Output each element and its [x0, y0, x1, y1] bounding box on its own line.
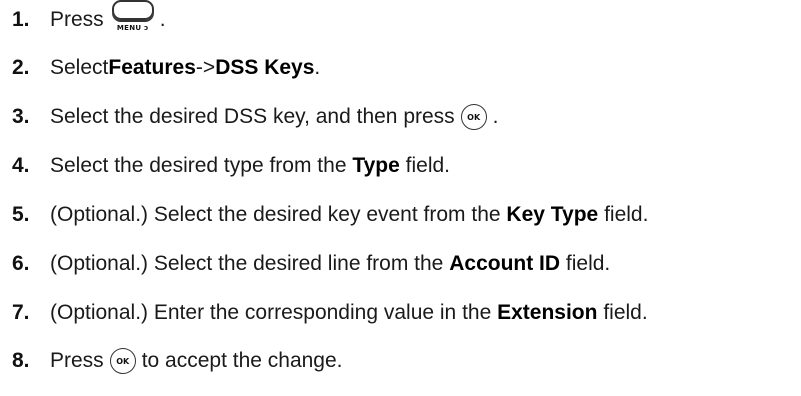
step-text-part: field. — [405, 154, 451, 177]
step-number: 7. — [12, 301, 30, 324]
step-text-part: field. — [604, 203, 649, 226]
field-name-account-id: Account ID — [449, 252, 561, 275]
step-text: (Optional.) Select the desired key event… — [50, 203, 648, 227]
step-text: Select the desired DSS key, and then pre… — [50, 104, 499, 130]
step-number: 2. — [12, 56, 30, 79]
step-7: 7. (Optional.) Enter the corresponding v… — [0, 295, 801, 331]
step-1: 1. Press MENU ↄ . — [0, 0, 801, 38]
step-text-part: to accept the change. — [141, 349, 343, 372]
step-text-part: Select the desired DSS key, and then pre… — [50, 105, 455, 128]
step-number: 4. — [12, 154, 30, 177]
step-text: Select Features -> DSS Keys . — [50, 56, 320, 80]
step-text-part: . — [159, 8, 166, 31]
menu-path-features: Features — [108, 56, 196, 79]
step-text-part: (Optional.) Select the desired key event… — [50, 203, 501, 226]
step-number: 6. — [12, 252, 30, 275]
field-name-key-type: Key Type — [506, 203, 599, 226]
step-number: 1. — [12, 8, 30, 31]
ok-key-icon: OK — [109, 348, 136, 374]
step-8: 8. Press OK to accept the change. — [0, 343, 801, 379]
step-text: Press MENU ↄ . — [50, 0, 166, 36]
step-4: 4. Select the desired type from the Type… — [0, 148, 801, 184]
step-text-part: (Optional.) Enter the corresponding valu… — [50, 301, 492, 324]
step-text: (Optional.) Enter the corresponding valu… — [50, 301, 648, 325]
step-text: Select the desired type from the Type fi… — [50, 154, 450, 178]
step-text-part: Select — [50, 56, 109, 79]
step-2: 2. Select Features -> DSS Keys . — [0, 50, 801, 86]
step-5: 5. (Optional.) Select the desired key ev… — [0, 197, 801, 233]
step-number: 3. — [12, 105, 30, 128]
step-number: 5. — [12, 203, 30, 226]
menu-key-icon: MENU ↄ — [111, 0, 154, 32]
step-text-part: Select the desired type from the — [50, 154, 347, 177]
step-text: Press OK to accept the change. — [50, 348, 343, 374]
step-text-part: -> — [195, 56, 216, 79]
menu-key-caption: MENU ↄ — [116, 24, 149, 32]
menu-path-dss-keys: DSS Keys — [215, 56, 315, 79]
step-number: 8. — [12, 349, 30, 372]
step-text-part: field. — [565, 252, 611, 275]
field-name-type: Type — [352, 154, 400, 177]
step-text-part: . — [492, 105, 499, 128]
step-text: (Optional.) Select the desired line from… — [50, 252, 610, 276]
step-text-part: Press — [50, 8, 104, 31]
step-text-part: . — [314, 56, 321, 79]
step-text-part: Press — [50, 349, 104, 372]
step-text-part: (Optional.) Select the desired line from… — [50, 252, 444, 275]
ok-key-icon: OK — [460, 104, 487, 130]
step-3: 3. Select the desired DSS key, and then … — [0, 99, 801, 135]
step-text-part: field. — [603, 301, 648, 324]
step-6: 6. (Optional.) Select the desired line f… — [0, 246, 801, 282]
field-name-extension: Extension — [497, 301, 598, 324]
